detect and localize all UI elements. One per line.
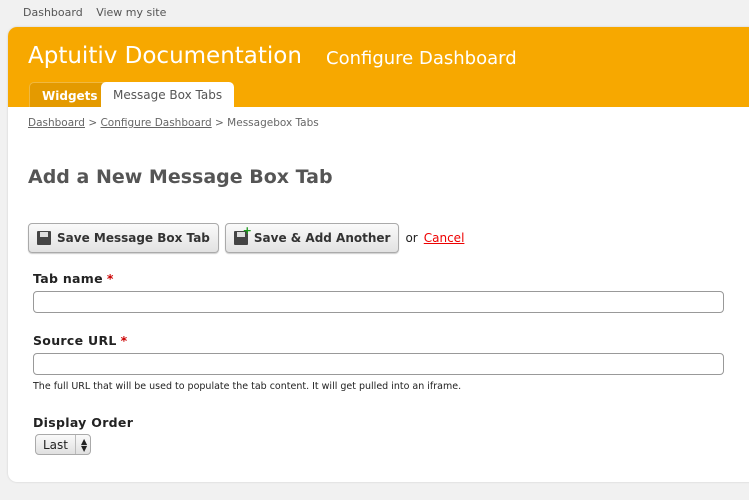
source-url-help: The full URL that will be used to popula… (33, 381, 462, 392)
breadcrumb-configure-dashboard[interactable]: Configure Dashboard (100, 117, 211, 129)
breadcrumb: Dashboard > Configure Dashboard > Messag… (28, 117, 319, 129)
header: Aptuitiv Documentation Configure Dashboa… (8, 27, 749, 107)
page-title: Add a New Message Box Tab (28, 166, 333, 188)
display-order-select[interactable]: Last ▲ ▼ (35, 434, 91, 455)
nav-view-site-link[interactable]: View my site (96, 6, 166, 19)
tab-name-label: Tab name * (33, 271, 114, 286)
cancel-link[interactable]: Cancel (424, 231, 465, 245)
or-text: or (405, 231, 418, 245)
floppy-disk-icon (37, 231, 51, 245)
breadcrumb-sep: > (88, 117, 98, 129)
page-subtitle: Configure Dashboard (326, 48, 517, 69)
display-order-label: Display Order (33, 415, 134, 430)
top-nav: Dashboard View my site (23, 6, 176, 19)
label-text: Source URL (33, 333, 117, 348)
updown-arrows-icon: ▲ ▼ (81, 436, 88, 453)
required-marker: * (120, 333, 128, 348)
floppy-disk-add-icon (233, 224, 252, 245)
save-button[interactable]: Save Message Box Tab (28, 223, 219, 253)
source-url-label: Source URL * (33, 333, 127, 348)
label-text: Tab name (33, 271, 103, 286)
tab-name-input[interactable] (33, 291, 724, 313)
action-bar: Save Message Box Tab Save & Add Another … (28, 223, 464, 253)
tab-widgets[interactable]: Widgets (29, 82, 111, 107)
save-label: Save Message Box Tab (57, 231, 210, 245)
site-title: Aptuitiv Documentation (28, 43, 302, 69)
select-value: Last (36, 435, 76, 454)
tab-message-box-tabs[interactable]: Message Box Tabs (101, 82, 235, 107)
main-panel: Aptuitiv Documentation Configure Dashboa… (8, 27, 749, 482)
required-marker: * (106, 271, 114, 286)
nav-dashboard-link[interactable]: Dashboard (23, 6, 83, 19)
breadcrumb-current: Messagebox Tabs (227, 117, 319, 129)
save-add-another-button[interactable]: Save & Add Another (224, 223, 400, 253)
breadcrumb-dashboard[interactable]: Dashboard (28, 117, 85, 129)
save-add-label: Save & Add Another (253, 231, 391, 245)
breadcrumb-sep: > (215, 117, 224, 129)
source-url-input[interactable] (33, 353, 724, 375)
